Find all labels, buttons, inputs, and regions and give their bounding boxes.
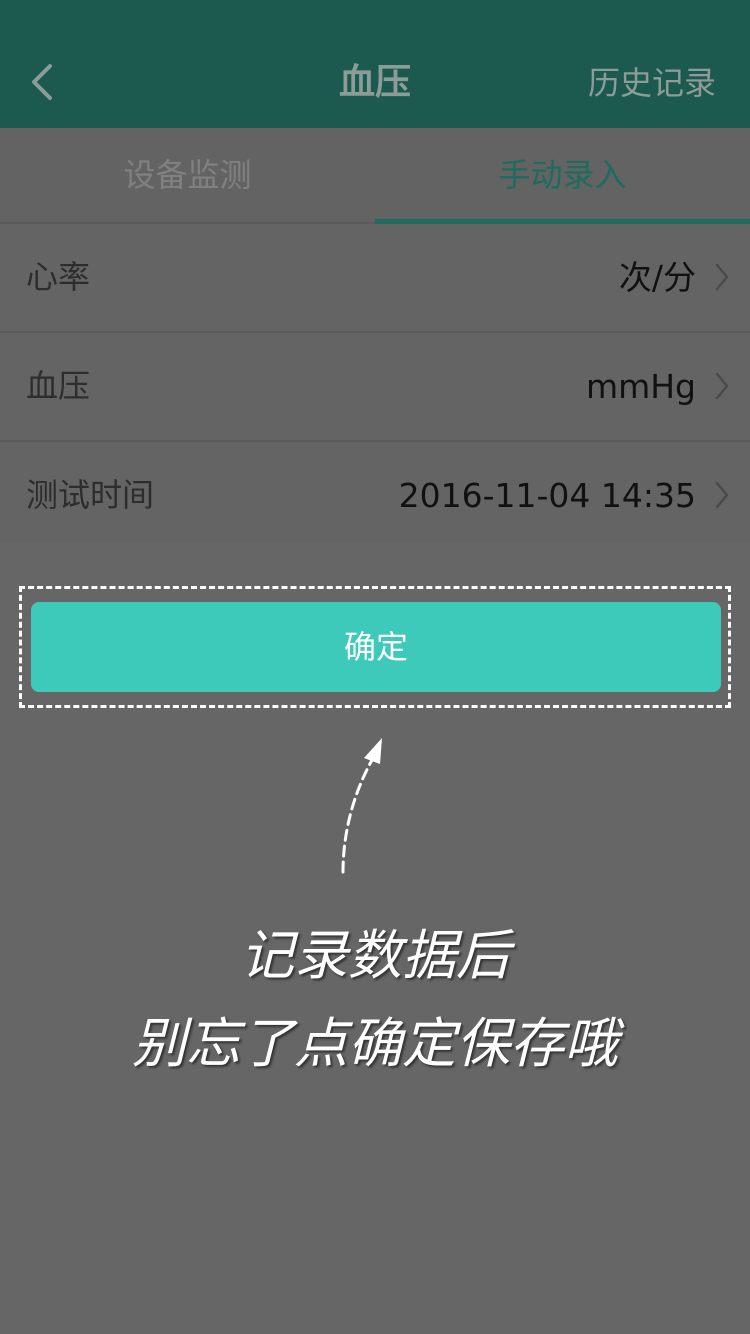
form-row-heart-rate[interactable]: 心率 次/分 — [0, 224, 750, 333]
health-record-page: 血压 历史记录 设备监测 手动录入 心率 次/分 血压 mmHg 测试时间 20… — [0, 0, 750, 1334]
row-value: 2016-11-04 14:35 — [398, 476, 696, 515]
form-row-blood-pressure[interactable]: 血压 mmHg — [0, 333, 750, 442]
row-value: 次/分 — [618, 258, 696, 297]
tab-device-monitoring[interactable]: 设备监测 — [0, 128, 375, 222]
row-label: 心率 — [26, 258, 91, 296]
hint-text-line2: 别忘了点确定保存哦 — [132, 1012, 618, 1075]
form-list: 心率 次/分 血压 mmHg 测试时间 2016-11-04 14:35 — [0, 224, 750, 551]
row-value: mmHg — [585, 367, 696, 406]
hint-text-line1: 记录数据后 — [240, 924, 510, 987]
row-label: 血压 — [26, 367, 91, 405]
form-row-test-time[interactable]: 测试时间 2016-11-04 14:35 — [0, 442, 750, 551]
confirm-button[interactable]: 确定 — [31, 602, 721, 692]
nav-bar: 血压 历史记录 — [0, 0, 750, 128]
chevron-right-icon — [715, 263, 729, 291]
chevron-right-icon — [715, 372, 729, 400]
tab-manual-entry[interactable]: 手动录入 — [375, 128, 750, 222]
chevron-right-icon — [715, 481, 729, 509]
pointer-arrow-icon — [341, 738, 382, 874]
row-label: 测试时间 — [26, 476, 155, 514]
history-button[interactable]: 历史记录 — [588, 60, 716, 106]
tab-bar: 设备监测 手动录入 — [0, 128, 750, 224]
